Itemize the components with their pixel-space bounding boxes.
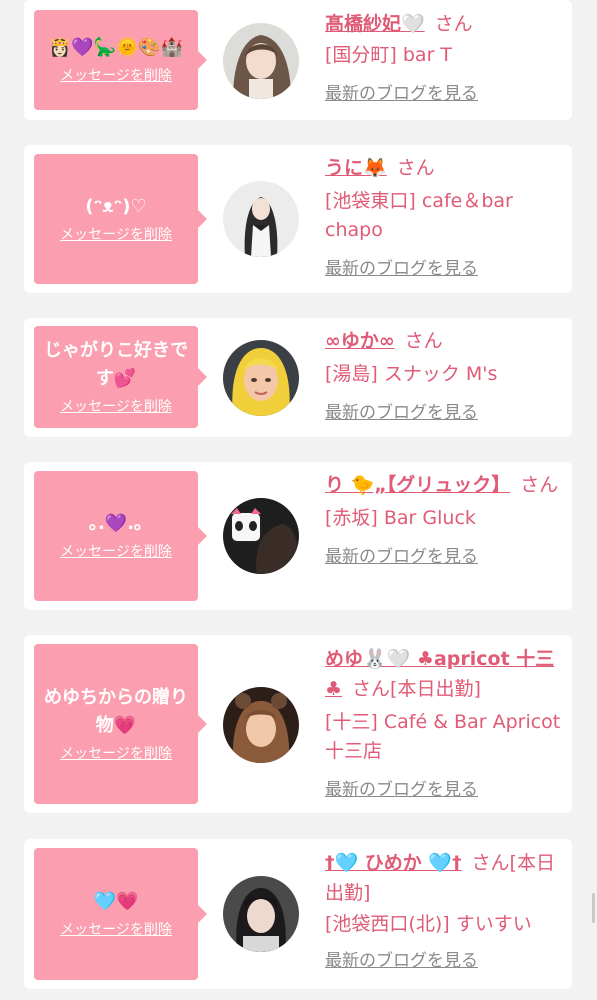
shop-text: [池袋東口] cafe＆bar chapo bbox=[325, 190, 513, 241]
avatar[interactable] bbox=[223, 181, 299, 257]
message-bubble: 🩵💗 メッセージを削除 bbox=[34, 848, 207, 980]
favorite-card: ｡.💜.｡ メッセージを削除 り 🐤„【グリュック】 さん [赤坂] Bar Gl… bbox=[24, 462, 572, 610]
shop-text: [十三] Café & Bar Apricot 十三店 bbox=[325, 711, 561, 762]
message-bubble: ｡.💜.｡ メッセージを削除 bbox=[34, 471, 207, 601]
message-text: じゃがりこ好きです💕 bbox=[44, 340, 188, 389]
delete-message-link[interactable]: メッセージを削除 bbox=[60, 920, 172, 940]
shop-text: [池袋西口(北)] すいすい bbox=[325, 913, 532, 935]
message-bubble: 👸🏻💜🦕🌞🎨🏰 メッセージを削除 bbox=[34, 10, 207, 110]
favorite-card: めゆちからの贈り物💗 メッセージを削除 めゆ🐰🤍 ♣apricot 十三♣ さん[… bbox=[24, 635, 572, 813]
shop-text: [湯島] スナック M's bbox=[325, 363, 498, 385]
message-bubble: じゃがりこ好きです💕 メッセージを削除 bbox=[34, 326, 207, 428]
honorific: さん bbox=[520, 474, 559, 496]
avatar[interactable] bbox=[223, 876, 299, 952]
cast-info: ∞ゆか∞ さん [湯島] スナック M's 最新のブログを見る bbox=[325, 326, 565, 426]
avatar[interactable] bbox=[223, 498, 299, 574]
latest-blog-link[interactable]: 最新のブログを見る bbox=[325, 400, 478, 426]
delete-message-link[interactable]: メッセージを削除 bbox=[60, 744, 172, 764]
cast-info: り 🐤„【グリュック】 さん [赤坂] Bar Gluck 最新のブログを見る bbox=[325, 470, 565, 570]
cast-info: うに🦊 さん [池袋東口] cafe＆bar chapo 最新のブログを見る bbox=[325, 153, 565, 282]
message-text: 🩵💗 bbox=[93, 891, 139, 912]
shop-text: [国分町] bar T bbox=[325, 44, 453, 66]
favorite-card: じゃがりこ好きです💕 メッセージを削除 ∞ゆか∞ さん [湯島] スナック M's… bbox=[24, 318, 572, 437]
latest-blog-link[interactable]: 最新のブログを見る bbox=[325, 544, 478, 570]
honorific: さん[本日出勤] bbox=[352, 678, 481, 700]
favorite-card: 👸🏻💜🦕🌞🎨🏰 メッセージを削除 髙橋紗妃🤍 さん [国分町] bar T 最新の… bbox=[24, 0, 572, 120]
favorite-card: 🩵💗 メッセージを削除 †🩵 ひめか 🩵† さん[本日出勤] [池袋西口(北)] … bbox=[24, 839, 572, 989]
message-text: めゆちからの贈り物💗 bbox=[44, 687, 188, 736]
favorite-card: (ᵔᴥᵔ)♡ メッセージを削除 うに🦊 さん [池袋東口] cafe＆bar ch… bbox=[24, 145, 572, 293]
avatar[interactable] bbox=[223, 23, 299, 99]
scrollbar[interactable] bbox=[592, 893, 595, 923]
shop-text: [赤坂] Bar Gluck bbox=[325, 507, 476, 529]
message-text: 👸🏻💜🦕🌞🎨🏰 bbox=[48, 37, 184, 58]
cast-name-link[interactable]: 髙橋紗妃🤍 bbox=[325, 13, 425, 35]
avatar[interactable] bbox=[223, 340, 299, 416]
cast-info: めゆ🐰🤍 ♣apricot 十三♣ さん[本日出勤] [十三] Café & Ba… bbox=[325, 644, 565, 803]
honorific: さん bbox=[434, 13, 473, 35]
honorific: さん bbox=[404, 330, 443, 352]
delete-message-link[interactable]: メッセージを削除 bbox=[60, 66, 172, 86]
latest-blog-link[interactable]: 最新のブログを見る bbox=[325, 256, 478, 282]
message-bubble: (ᵔᴥᵔ)♡ メッセージを削除 bbox=[34, 154, 207, 284]
delete-message-link[interactable]: メッセージを削除 bbox=[60, 397, 172, 417]
delete-message-link[interactable]: メッセージを削除 bbox=[60, 225, 172, 245]
delete-message-link[interactable]: メッセージを削除 bbox=[60, 542, 172, 562]
honorific: さん bbox=[396, 157, 435, 179]
cast-name-link[interactable]: †🩵 ひめか 🩵† bbox=[325, 852, 462, 874]
cast-name-link[interactable]: うに🦊 bbox=[325, 157, 387, 179]
avatar[interactable] bbox=[223, 687, 299, 763]
message-text: ｡.💜.｡ bbox=[88, 513, 144, 534]
message-bubble: めゆちからの贈り物💗 メッセージを削除 bbox=[34, 644, 207, 804]
cast-name-link[interactable]: り 🐤„【グリュック】 bbox=[325, 474, 510, 496]
latest-blog-link[interactable]: 最新のブログを見る bbox=[325, 81, 478, 107]
cast-name-link[interactable]: ∞ゆか∞ bbox=[325, 330, 395, 352]
cast-info: †🩵 ひめか 🩵† さん[本日出勤] [池袋西口(北)] すいすい 最新のブログを… bbox=[325, 848, 565, 974]
latest-blog-link[interactable]: 最新のブログを見る bbox=[325, 777, 478, 803]
cast-info: 髙橋紗妃🤍 さん [国分町] bar T 最新のブログを見る bbox=[325, 9, 565, 107]
message-text: (ᵔᴥᵔ)♡ bbox=[85, 196, 147, 217]
latest-blog-link[interactable]: 最新のブログを見る bbox=[325, 948, 478, 974]
